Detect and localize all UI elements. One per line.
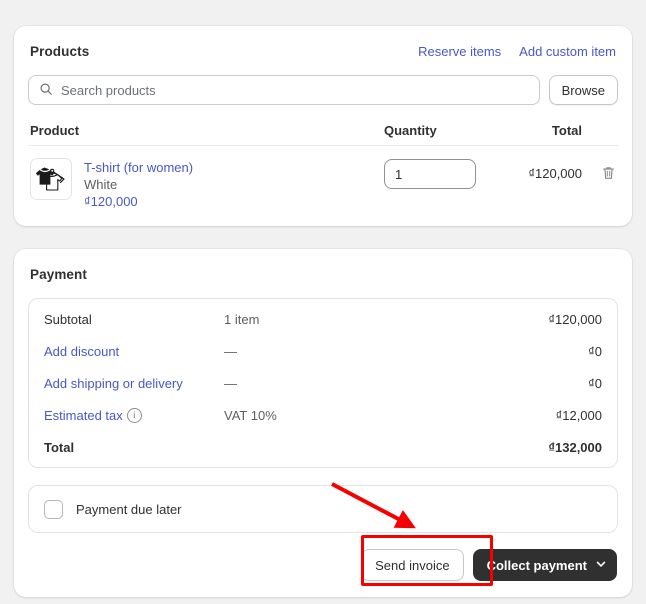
product-unit-price-link[interactable]: ₫120,000: [84, 193, 193, 210]
summary-row-discount: Add discount — ₫0: [29, 335, 617, 367]
page-content: Products Reserve items Add custom item S…: [14, 26, 632, 597]
products-card-header: Products Reserve items Add custom item: [28, 40, 618, 62]
page-title: Products: [30, 43, 90, 59]
product-variant: White: [84, 177, 118, 192]
column-header-quantity: Quantity: [384, 123, 437, 138]
table-row: T-shirt (for women) White ₫120,000 ₫120,…: [28, 146, 618, 210]
line-total: ₫120,000: [528, 166, 582, 181]
products-card: Products Reserve items Add custom item S…: [14, 26, 632, 226]
summary-amount-tax: ₫12,000: [555, 407, 602, 423]
products-header-actions: Reserve items Add custom item: [418, 44, 616, 59]
tshirt-thumbnail-icon: [30, 158, 72, 200]
quantity-input[interactable]: [384, 159, 476, 189]
payment-due-later-checkbox[interactable]: [44, 499, 63, 519]
estimated-tax-label: Estimated tax: [44, 407, 123, 423]
payment-card: Payment Subtotal 1 item ₫120,000 Add dis…: [14, 249, 632, 597]
products-table-header: Product Quantity Total: [28, 123, 618, 146]
search-placeholder: Search products: [61, 82, 156, 98]
browse-button[interactable]: Browse: [548, 75, 618, 105]
column-header-total: Total: [551, 123, 582, 138]
product-search-row: Search products Browse: [28, 75, 618, 105]
product-info: T-shirt (for women) White ₫120,000: [84, 158, 193, 210]
product-title-link[interactable]: T-shirt (for women): [84, 159, 193, 176]
summary-row-tax: Estimated tax i VAT 10% ₫12,000: [29, 399, 617, 431]
payment-actions-row: Send invoice Collect payment: [28, 549, 618, 581]
summary-amount-discount: ₫0: [588, 343, 602, 359]
collect-payment-button[interactable]: Collect payment: [472, 549, 617, 581]
summary-amount-shipping: ₫0: [588, 375, 602, 391]
product-cell: T-shirt (for women) White ₫120,000: [30, 158, 384, 210]
info-icon[interactable]: i: [126, 407, 142, 423]
summary-row-subtotal: Subtotal 1 item ₫120,000: [29, 303, 617, 335]
summary-row-shipping: Add shipping or delivery — ₫0: [29, 367, 617, 399]
summary-amount-total: ₫132,000: [548, 439, 602, 455]
add-custom-item-link[interactable]: Add custom item: [519, 44, 616, 59]
payment-title: Payment: [30, 266, 87, 282]
payment-due-later-panel: Payment due later: [28, 485, 618, 533]
trash-icon[interactable]: [601, 165, 616, 184]
payment-card-header: Payment: [28, 263, 618, 285]
quantity-cell: [384, 158, 504, 189]
search-input-wrapper[interactable]: Search products: [28, 75, 540, 105]
estimated-tax-link[interactable]: Estimated tax i: [44, 407, 224, 423]
summary-detail-shipping: —: [224, 375, 237, 391]
add-shipping-link[interactable]: Add shipping or delivery: [44, 376, 224, 391]
summary-label-subtotal: Subtotal: [44, 311, 92, 327]
payment-summary-panel: Subtotal 1 item ₫120,000 Add discount — …: [28, 298, 618, 468]
summary-detail-tax: VAT 10%: [224, 407, 277, 423]
payment-due-later-label: Payment due later: [76, 501, 182, 517]
summary-detail-subtotal: 1 item: [224, 311, 260, 327]
remove-line-item-cell: [582, 158, 616, 184]
summary-row-total: Total ₫132,000: [29, 431, 617, 463]
add-discount-link[interactable]: Add discount: [44, 344, 224, 359]
send-invoice-button[interactable]: Send invoice: [361, 549, 464, 581]
add-shipping-label: Add shipping or delivery: [44, 375, 183, 391]
summary-label-total: Total: [44, 439, 75, 455]
summary-amount-subtotal: ₫120,000: [548, 311, 602, 327]
collect-payment-label: Collect payment: [486, 557, 587, 573]
summary-detail-discount: —: [224, 343, 237, 359]
search-icon: [39, 82, 53, 99]
chevron-down-icon[interactable]: [595, 558, 607, 573]
column-header-product: Product: [30, 123, 80, 138]
add-discount-label: Add discount: [44, 343, 120, 359]
reserve-items-link[interactable]: Reserve items: [418, 44, 501, 59]
